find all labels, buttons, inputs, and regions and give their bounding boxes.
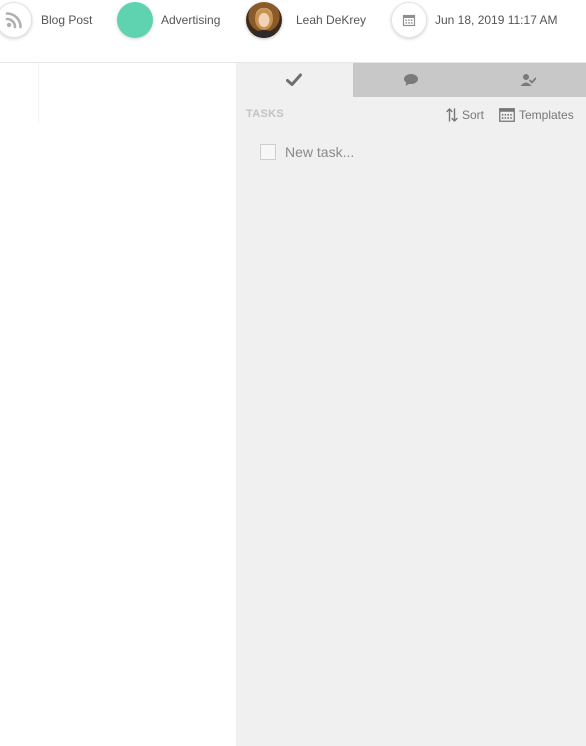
sidebar-panel: TASKS Sort Templates bbox=[236, 63, 586, 746]
templates-label: Templates bbox=[519, 108, 574, 122]
author-name: Leah DeKrey bbox=[296, 13, 367, 27]
category-color-dot[interactable] bbox=[117, 2, 153, 38]
templates-icon bbox=[499, 108, 515, 122]
sort-button[interactable]: Sort bbox=[446, 107, 484, 123]
date-badge[interactable] bbox=[391, 2, 427, 38]
avatar[interactable] bbox=[246, 2, 282, 38]
publish-date-selector[interactable]: Jun 18, 2019 11:17 AM bbox=[391, 0, 558, 40]
content-divider bbox=[38, 63, 39, 123]
new-task-input[interactable] bbox=[285, 144, 485, 160]
checkmark-icon bbox=[286, 73, 303, 86]
tab-comments[interactable] bbox=[352, 63, 470, 97]
tab-tasks[interactable] bbox=[236, 63, 353, 97]
post-content-area[interactable] bbox=[0, 63, 236, 746]
sidebar-tabs bbox=[236, 63, 586, 97]
sort-label: Sort bbox=[462, 108, 485, 122]
author-photo bbox=[251, 8, 277, 38]
tasks-title: TASKS bbox=[246, 108, 284, 120]
category-selector[interactable]: Advertising bbox=[117, 0, 220, 40]
templates-button[interactable]: Templates bbox=[499, 107, 574, 123]
new-task-checkbox[interactable] bbox=[260, 144, 276, 160]
rss-icon bbox=[5, 12, 22, 29]
user-approval-icon bbox=[520, 74, 536, 86]
new-task-row bbox=[260, 143, 485, 161]
tasks-header: TASKS Sort Templates bbox=[246, 107, 586, 123]
sort-icon bbox=[446, 108, 458, 122]
author-selector[interactable]: Leah DeKrey bbox=[246, 0, 366, 40]
post-type-label: Blog Post bbox=[41, 13, 93, 27]
comment-icon bbox=[404, 74, 418, 86]
tab-approvals[interactable] bbox=[469, 63, 586, 97]
category-label: Advertising bbox=[161, 13, 221, 27]
calendar-icon bbox=[402, 14, 416, 27]
post-type-badge[interactable] bbox=[0, 2, 32, 38]
post-meta-bar: Blog Post Advertising Leah DeKrey Jun 18… bbox=[0, 0, 586, 63]
post-type-selector[interactable]: Blog Post bbox=[0, 0, 92, 40]
publish-date-label: Jun 18, 2019 11:17 AM bbox=[435, 13, 558, 27]
